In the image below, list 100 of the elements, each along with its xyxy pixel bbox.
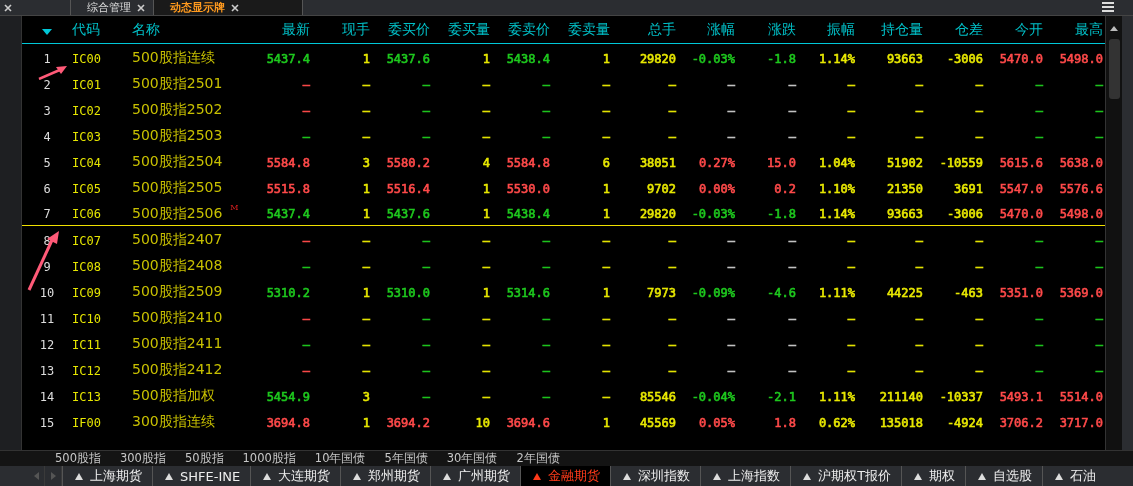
table-cell: — [727, 233, 735, 248]
column-header[interactable]: 委卖量 [568, 20, 610, 37]
column-header[interactable]: 最高 [1075, 20, 1103, 37]
tab[interactable]: 动态显示牌 [153, 0, 303, 15]
table-cell: — [727, 259, 735, 274]
column-header[interactable]: 委卖价 [508, 20, 550, 37]
table-cell: IF00 [72, 415, 101, 430]
index-tab[interactable]: 500股指 [55, 451, 101, 466]
table-cell: 500股指2506 [132, 204, 223, 221]
table-cell: IC06 [72, 207, 101, 221]
table-cell: 500股指2411 [132, 335, 223, 351]
table-cell: — [668, 363, 676, 378]
table-cell: — [847, 129, 855, 144]
table-cell: — [602, 129, 610, 144]
index-tab[interactable]: 5年国债 [384, 451, 428, 466]
close-icon[interactable] [231, 3, 239, 12]
table-cell: — [422, 363, 430, 378]
table-cell: — [727, 103, 735, 118]
column-header[interactable]: 总手 [648, 20, 676, 37]
index-tab[interactable]: 300股指 [119, 451, 166, 466]
table-cell: — [362, 103, 370, 118]
table-cell: — [362, 363, 370, 378]
index-tab[interactable]: 30年国债 [446, 451, 498, 466]
column-header[interactable]: 涨跌 [768, 20, 796, 37]
index-tab[interactable]: 2年国债 [516, 451, 560, 466]
table-cell: 5437.4 [266, 207, 310, 221]
table-cell: 0.05% [698, 415, 735, 430]
table-cell: 1 [602, 415, 610, 430]
table-cell: -3006 [946, 207, 983, 221]
table-cell: — [975, 77, 983, 92]
index-tab[interactable]: 1000股指 [242, 451, 296, 466]
table-cell: — [602, 77, 610, 92]
table-cell: 500股指2410 [132, 309, 223, 325]
close-icon[interactable] [4, 3, 12, 12]
table-cell: 5438.4 [506, 207, 550, 221]
table-cell: — [602, 389, 610, 404]
table-cell: 1.14% [818, 51, 855, 66]
table-cell: 45569 [639, 415, 676, 430]
menu-icon[interactable] [1102, 1, 1114, 12]
table-cell: 500股指2503 [132, 127, 223, 143]
table-cell: 3694.6 [506, 415, 550, 430]
table-cell: 3706.2 [999, 415, 1043, 430]
table-cell: 5437.4 [266, 51, 310, 66]
column-header[interactable]: 现手 [342, 20, 370, 37]
row-number: 7 [43, 207, 51, 221]
table-cell: IC12 [72, 363, 101, 378]
sort-icon[interactable] [42, 28, 52, 35]
row-number: 9 [43, 259, 51, 274]
row-number: 10 [39, 285, 55, 300]
table-cell: 1 [482, 207, 490, 221]
table-cell: — [847, 363, 855, 378]
scroll-up-icon[interactable] [1110, 26, 1118, 31]
table-cell: — [422, 311, 430, 326]
column-header[interactable]: 名称 [132, 20, 160, 37]
table-cell: 3 [362, 155, 370, 170]
table-cell: -10337 [939, 389, 983, 404]
table-cell: — [915, 337, 923, 352]
table-cell: 5470.0 [999, 51, 1043, 66]
table-cell: 500股指2505 [132, 179, 223, 195]
table-cell: — [602, 259, 610, 274]
column-header[interactable]: 代码 [72, 20, 100, 37]
table-cell: 5514.0 [1059, 389, 1103, 404]
table-cell: -2.1 [767, 389, 796, 404]
row-number: 6 [43, 181, 51, 196]
table-cell: 500股指加权 [132, 387, 215, 403]
table-cell: — [542, 259, 550, 274]
table-cell: — [915, 103, 923, 118]
column-header[interactable]: 振幅 [827, 20, 855, 37]
column-header[interactable]: 今开 [1015, 20, 1043, 37]
market-tab[interactable]: 金融期货 [520, 466, 611, 486]
table-cell: — [542, 389, 550, 404]
table-cell: — [482, 129, 490, 144]
triangle-icon [1055, 472, 1064, 480]
table-cell: — [975, 233, 983, 248]
table-cell: 9702 [647, 181, 676, 196]
column-header[interactable]: 持仓量 [881, 20, 923, 37]
table-cell: — [1095, 129, 1103, 144]
column-header[interactable]: 委买量 [448, 20, 490, 37]
close-icon[interactable] [137, 3, 145, 12]
scrollbar[interactable] [1105, 16, 1122, 450]
table-cell: IC07 [72, 233, 101, 248]
table-cell: 5498.0 [1059, 51, 1103, 66]
index-tab[interactable]: 10年国债 [314, 451, 366, 466]
table-cell: — [847, 77, 855, 92]
table-cell: 1 [362, 207, 370, 221]
column-header[interactable]: 委买价 [388, 20, 430, 37]
column-header[interactable]: 最新 [282, 20, 310, 37]
triangle-icon [803, 472, 812, 480]
scroll-thumb[interactable] [1108, 39, 1120, 99]
column-header[interactable]: 仓差 [955, 20, 983, 37]
column-header[interactable]: 涨幅 [707, 20, 735, 37]
index-tab[interactable]: 50股指 [184, 451, 224, 466]
triangle-icon [533, 472, 542, 480]
table-cell: 500股指2408 [132, 257, 223, 273]
table-cell: — [542, 363, 550, 378]
table-cell: 5638.0 [1059, 155, 1103, 170]
table-cell: IC13 [72, 389, 101, 404]
table-cell: 1.10% [818, 181, 855, 196]
table-cell: — [302, 129, 310, 144]
table-cell: 5576.6 [1059, 181, 1103, 196]
